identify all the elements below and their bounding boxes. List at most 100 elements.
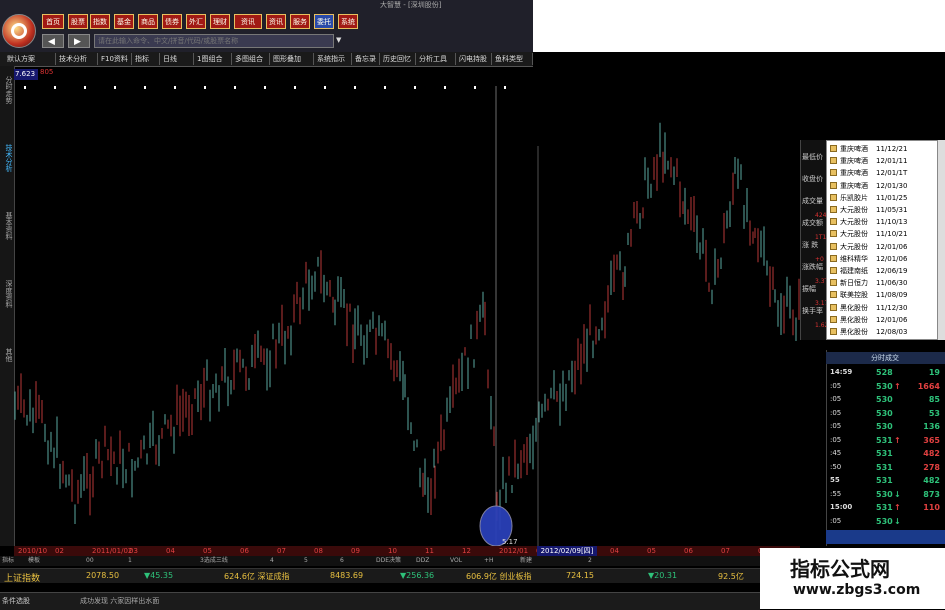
indicator-tab-6[interactable]: 5	[304, 556, 308, 566]
list-item[interactable]: 大元股份 11/05/31	[829, 204, 935, 216]
list-item[interactable]: 福建南纸 12/06/19	[829, 265, 935, 277]
indicator-tab-13[interactable]: 2	[588, 556, 592, 566]
indicator-tab-5[interactable]: 4	[270, 556, 274, 566]
date-tick-label: 2010/10	[18, 547, 48, 555]
nav-button-1[interactable]: 股票	[68, 14, 88, 29]
date-tick-label: 07	[277, 547, 286, 555]
toolbar-item-7[interactable]: 图形叠加	[270, 53, 314, 65]
side-tab-2[interactable]: 基本资料	[1, 212, 13, 240]
trade-time: 14:59	[830, 368, 853, 376]
stock-file-icon	[830, 157, 837, 165]
nav-button-4[interactable]: 商品	[138, 14, 158, 29]
tick-trade-header[interactable]: 分时成交	[826, 352, 945, 364]
toolbar-item-6[interactable]: 多图组合	[232, 53, 270, 65]
side-tab-4[interactable]: 其他	[1, 348, 13, 362]
toolbar-item-10[interactable]: 历史回忆	[380, 53, 416, 65]
indicator-tab-3[interactable]: 1	[128, 556, 132, 566]
indicator-tab-4[interactable]: 3选成三线	[200, 556, 228, 566]
forward-button[interactable]: ▶	[68, 34, 90, 48]
toolbar-item-9[interactable]: 备忘录	[352, 53, 380, 65]
nav-button-10[interactable]: 服务	[290, 14, 310, 29]
command-input[interactable]	[94, 34, 334, 48]
command-dropdown-icon[interactable]: ▼	[336, 36, 341, 44]
index-value-3[interactable]: 624.6亿 深证成指	[224, 571, 289, 582]
event-marker	[504, 86, 506, 89]
list-item[interactable]: 大元股份 11/10/21	[829, 228, 935, 240]
date-tick-label: 2012/01	[499, 547, 529, 555]
toolbar-item-4[interactable]: 日线	[160, 53, 194, 65]
list-item[interactable]: 黑化股份 12/01/06	[829, 314, 935, 326]
trade-price: 530	[876, 489, 893, 499]
nav-button-0[interactable]: 首页	[42, 14, 64, 29]
date-tick-label: 09	[351, 547, 360, 555]
toolbar-item-8[interactable]: 系统指示	[314, 53, 352, 65]
price-cursor-label-right: 805	[40, 68, 54, 76]
toolbar-item-13[interactable]: 鱼科类型	[492, 53, 533, 65]
list-item[interactable]: 大元股份 12/01/06	[829, 241, 935, 253]
kline-chart[interactable]: 5.17	[14, 66, 800, 546]
index-value-0[interactable]: 上证指数	[4, 571, 40, 584]
indicator-tab-2[interactable]: 00	[86, 556, 94, 566]
nav-button-5[interactable]: 债券	[162, 14, 182, 29]
list-item[interactable]: 维科精华 12/01/06	[829, 253, 935, 265]
toolbar-item-2[interactable]: F10资料	[98, 53, 132, 65]
stock-history-list[interactable]: 重庆啤酒 11/12/21 重庆啤酒 12/01/11 重庆啤酒 12/01/1T 重庆啤酒…	[826, 140, 938, 340]
status-left-label[interactable]: 条件选股	[2, 596, 30, 606]
indicator-tab-1[interactable]: 模板	[28, 556, 40, 566]
list-item[interactable]: 重庆啤酒 12/01/1T	[829, 167, 935, 179]
side-tab-3[interactable]: 深度资料	[1, 280, 13, 308]
nav-button-11[interactable]: 委托	[314, 14, 334, 29]
back-button[interactable]: ◀	[42, 34, 64, 48]
list-item[interactable]: 重庆啤酒 12/01/11	[829, 155, 935, 167]
toolbar-item-3[interactable]: 指标	[132, 53, 160, 65]
stock-name: 大元股份	[840, 242, 868, 251]
list-item[interactable]: 乐凯胶片 11/01/25	[829, 192, 935, 204]
nav-button-8[interactable]: 资讯	[234, 14, 262, 29]
indicator-tabs: 指标 模板 00 1 3选成三线 4 5 6 DDE决策 DDZ VOL +H 新建 2	[0, 556, 760, 566]
side-tab-1[interactable]: 技术分析	[1, 144, 13, 172]
list-item[interactable]: 黑化股份 11/12/30	[829, 302, 935, 314]
toolbar-item-11[interactable]: 分析工具	[416, 53, 456, 65]
quote-info-column: 最低价 收盘价 成交量 成交额涨 跌涨跌幅 振幅 换手率 4246 1T137 +0 3.3T 3.…	[800, 140, 834, 340]
trade-time: :05	[830, 408, 842, 417]
indicator-tab-7[interactable]: 6	[340, 556, 344, 566]
list-item[interactable]: 重庆啤酒 11/12/21	[829, 143, 935, 155]
stock-file-icon	[830, 169, 837, 177]
indicator-tab-12[interactable]: 新建	[520, 556, 532, 566]
toolbar-item-12[interactable]: 闪电持股	[456, 53, 492, 65]
stock-name: 重庆啤酒	[840, 145, 868, 153]
trade-volume: 85	[928, 395, 940, 404]
event-marker	[354, 86, 356, 89]
indicator-tab-0[interactable]: 指标	[2, 556, 14, 566]
nav-button-2[interactable]: 指数	[90, 14, 110, 29]
toolbar-item-1[interactable]: 技术分析	[56, 53, 98, 65]
index-value-6[interactable]: 606.9亿 创业板指	[466, 571, 531, 582]
side-tab-0[interactable]: 分时走势	[1, 76, 13, 104]
indicator-tab-9[interactable]: DDZ	[416, 556, 429, 566]
nav-button-9[interactable]: 资讯	[266, 14, 286, 29]
info-value-2: +0	[815, 256, 824, 263]
date-tick-label: 12	[462, 547, 471, 555]
nav-button-12[interactable]: 系统	[338, 14, 358, 29]
app-logo-icon[interactable]	[2, 14, 36, 48]
list-item[interactable]: 重庆啤酒 12/01/30	[829, 180, 935, 192]
list-item[interactable]: 新日恒力 11/06/30	[829, 277, 935, 289]
info-label-0: 最低价	[802, 153, 823, 161]
list-item[interactable]: 联美控股 11/08/09	[829, 289, 935, 301]
indicator-tab-8[interactable]: DDE决策	[376, 556, 401, 566]
nav-button-7[interactable]: 理财	[210, 14, 230, 29]
indicator-tab-10[interactable]: VOL	[450, 556, 462, 566]
back-arrow-icon: ◀	[48, 37, 55, 47]
list-scrollbar[interactable]	[938, 140, 945, 340]
nav-button-6[interactable]: 外汇	[186, 14, 206, 29]
analysis-toolbar: 默认方案 技术分析 F10资料 指标 日线 1图组合 多图组合 图形叠加 系统指示 备忘录 历史回忆…	[0, 52, 533, 67]
trade-time: :05	[830, 516, 842, 525]
stock-name: 大元股份	[840, 230, 868, 239]
date-tick-label: 04	[610, 547, 619, 555]
list-item[interactable]: 黑化股份 12/08/03	[829, 326, 935, 338]
list-item[interactable]: 大元股份 11/10/13	[829, 216, 935, 228]
toolbar-item-5[interactable]: 1图组合	[194, 53, 232, 65]
indicator-tab-11[interactable]: +H	[484, 556, 494, 566]
toolbar-item-0[interactable]: 默认方案	[4, 53, 56, 65]
nav-button-3[interactable]: 基金	[114, 14, 134, 29]
